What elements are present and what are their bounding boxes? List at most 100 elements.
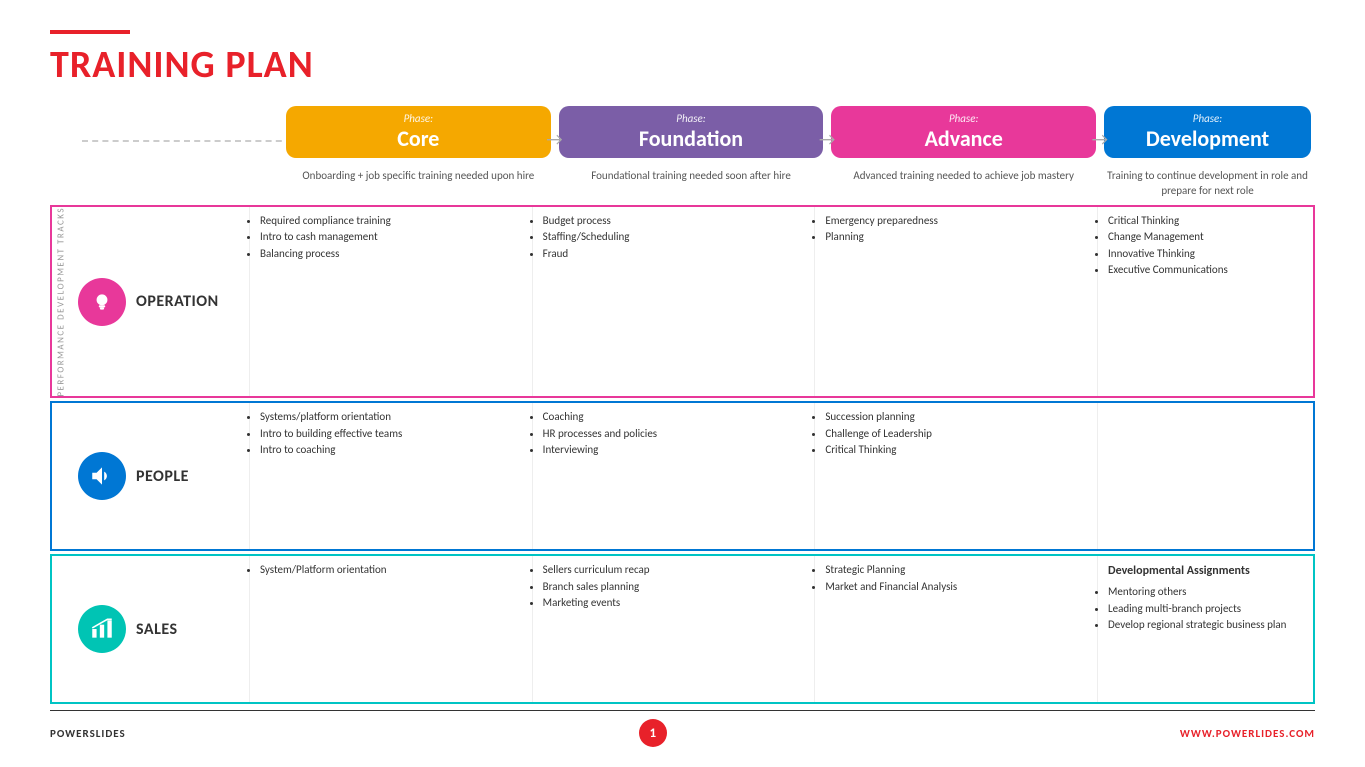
track-row-operation: PERFORMANCE DEVELOPMENT TRACKS OPERATION…	[50, 205, 1315, 399]
list-item: Intro to cash management	[260, 229, 522, 246]
phase-development-name: Development	[1116, 125, 1299, 152]
development-col-sales: Developmental Assignments Mentoring othe…	[1098, 556, 1313, 702]
phase-core-badge: Phase: Core	[286, 106, 551, 158]
development-col-operation: Critical Thinking Change Management Inno…	[1098, 207, 1313, 397]
phase-development-desc: Training to continue development in role…	[1100, 168, 1315, 199]
dev-assignments-list: Mentoring others Leading multi-branch pr…	[1108, 584, 1303, 634]
list-item: Balancing process	[260, 246, 522, 263]
footer-right: WWW.POWERLIDES.COM	[1180, 727, 1315, 740]
list-item: Intro to coaching	[260, 442, 522, 459]
list-item: Required compliance training	[260, 213, 522, 230]
development-col-people	[1098, 403, 1313, 549]
page: TRAINING PLAN Phase: Core →	[0, 0, 1365, 767]
list-item: Intro to building effective teams	[260, 426, 522, 443]
phase-advance-header: Phase: Advance →	[827, 106, 1100, 164]
people-foundation-list: Coaching HR processes and policies Inter…	[543, 409, 805, 459]
list-item: Sellers curriculum recap	[543, 562, 805, 579]
phase-core-label: Phase:	[298, 112, 539, 125]
operation-advance-content: Emergency preparedness Planning	[815, 207, 1098, 397]
operation-foundation-list: Budget process Staffing/Scheduling Fraud	[543, 213, 805, 263]
footer-left: POWERSLIDES	[50, 727, 126, 740]
phase-development-badge: Phase: Development	[1104, 106, 1311, 158]
list-item: Challenge of Leadership	[825, 426, 1087, 443]
list-item: Coaching	[543, 409, 805, 426]
vertical-label: PERFORMANCE DEVELOPMENT TRACKS	[52, 207, 70, 397]
track-sales-id: SALES	[70, 556, 250, 702]
list-item: Strategic Planning	[825, 562, 1087, 579]
list-item: Emergency preparedness	[825, 213, 1087, 230]
list-item: Succession planning	[825, 409, 1087, 426]
list-item: Interviewing	[543, 442, 805, 459]
megaphone-icon	[89, 463, 115, 489]
track-row-people: PEOPLE Systems/platform orientation Intr…	[50, 401, 1315, 551]
list-item: Budget process	[543, 213, 805, 230]
list-item: System/Platform orientation	[260, 562, 522, 579]
list-item: Planning	[825, 229, 1087, 246]
phase-core-header: Phase: Core →	[282, 106, 555, 164]
list-item: Executive Communications	[1108, 262, 1303, 279]
list-item: Leading multi-branch projects	[1108, 601, 1303, 618]
lightbulb-icon	[89, 289, 115, 315]
sales-foundation-content: Sellers curriculum recap Branch sales pl…	[533, 556, 816, 702]
dev-skills-list: Critical Thinking Change Management Inno…	[1108, 213, 1303, 279]
people-advance-list: Succession planning Challenge of Leaders…	[825, 409, 1087, 459]
phase-core-desc: Onboarding + job specific training neede…	[282, 168, 555, 199]
list-item: Fraud	[543, 246, 805, 263]
phase-foundation-name: Foundation	[571, 125, 812, 152]
arrow-1: →	[546, 128, 562, 150]
page-title: TRAINING PLAN	[50, 42, 1315, 88]
list-item: Change Management	[1108, 229, 1303, 246]
sales-core-list: System/Platform orientation	[260, 562, 522, 579]
sales-foundation-list: Sellers curriculum recap Branch sales pl…	[543, 562, 805, 612]
dashed-line	[82, 140, 292, 142]
phase-advance-desc: Advanced training needed to achieve job …	[827, 168, 1100, 199]
list-item: Marketing events	[543, 595, 805, 612]
phase-foundation-badge: Phase: Foundation	[559, 106, 824, 158]
list-item: Mentoring others	[1108, 584, 1303, 601]
dev-assignments-title: Developmental Assignments	[1108, 562, 1303, 580]
title-part2: PLAN	[225, 42, 313, 88]
title-part1: TRAINING	[50, 42, 225, 88]
operation-label: OPERATION	[136, 292, 219, 311]
people-advance-content: Succession planning Challenge of Leaders…	[815, 403, 1098, 549]
people-icon-bg	[78, 452, 126, 500]
page-number: 1	[639, 719, 667, 747]
track-row-sales: SALES System/Platform orientation Seller…	[50, 554, 1315, 704]
track-operation-id: OPERATION	[70, 207, 250, 397]
arrow-2: →	[819, 128, 835, 150]
people-core-content: Systems/platform orientation Intro to bu…	[250, 403, 533, 549]
sales-core-content: System/Platform orientation	[250, 556, 533, 702]
list-item: Innovative Thinking	[1108, 246, 1303, 263]
phase-development-label: Phase:	[1116, 112, 1299, 125]
list-item: Systems/platform orientation	[260, 409, 522, 426]
sales-advance-content: Strategic Planning Market and Financial …	[815, 556, 1098, 702]
phase-foundation-header: Phase: Foundation →	[555, 106, 828, 164]
list-item: HR processes and policies	[543, 426, 805, 443]
phase-advance-label: Phase:	[843, 112, 1084, 125]
sales-label: SALES	[136, 620, 178, 639]
phase-core-name: Core	[298, 125, 539, 152]
top-line	[50, 30, 130, 34]
people-core-list: Systems/platform orientation Intro to bu…	[260, 409, 522, 459]
list-item: Branch sales planning	[543, 579, 805, 596]
sales-advance-list: Strategic Planning Market and Financial …	[825, 562, 1087, 595]
list-item: Staffing/Scheduling	[543, 229, 805, 246]
operation-core-content: Required compliance training Intro to ca…	[250, 207, 533, 397]
operation-foundation-content: Budget process Staffing/Scheduling Fraud	[533, 207, 816, 397]
list-item: Critical Thinking	[825, 442, 1087, 459]
list-item: Develop regional strategic business plan	[1108, 617, 1303, 634]
phase-foundation-label: Phase:	[571, 112, 812, 125]
phase-advance-badge: Phase: Advance	[831, 106, 1096, 158]
arrow-3: →	[1092, 128, 1108, 150]
chart-icon	[89, 616, 115, 642]
sales-icon-bg	[78, 605, 126, 653]
phase-foundation-desc: Foundational training needed soon after …	[555, 168, 828, 199]
list-item: Critical Thinking	[1108, 213, 1303, 230]
people-foundation-content: Coaching HR processes and policies Inter…	[533, 403, 816, 549]
operation-icon-bg	[78, 278, 126, 326]
track-people-id: PEOPLE	[70, 403, 250, 549]
phase-development-header: Phase: Development	[1100, 106, 1315, 164]
people-label: PEOPLE	[136, 467, 189, 486]
list-item: Market and Financial Analysis	[825, 579, 1087, 596]
phase-advance-name: Advance	[843, 125, 1084, 152]
